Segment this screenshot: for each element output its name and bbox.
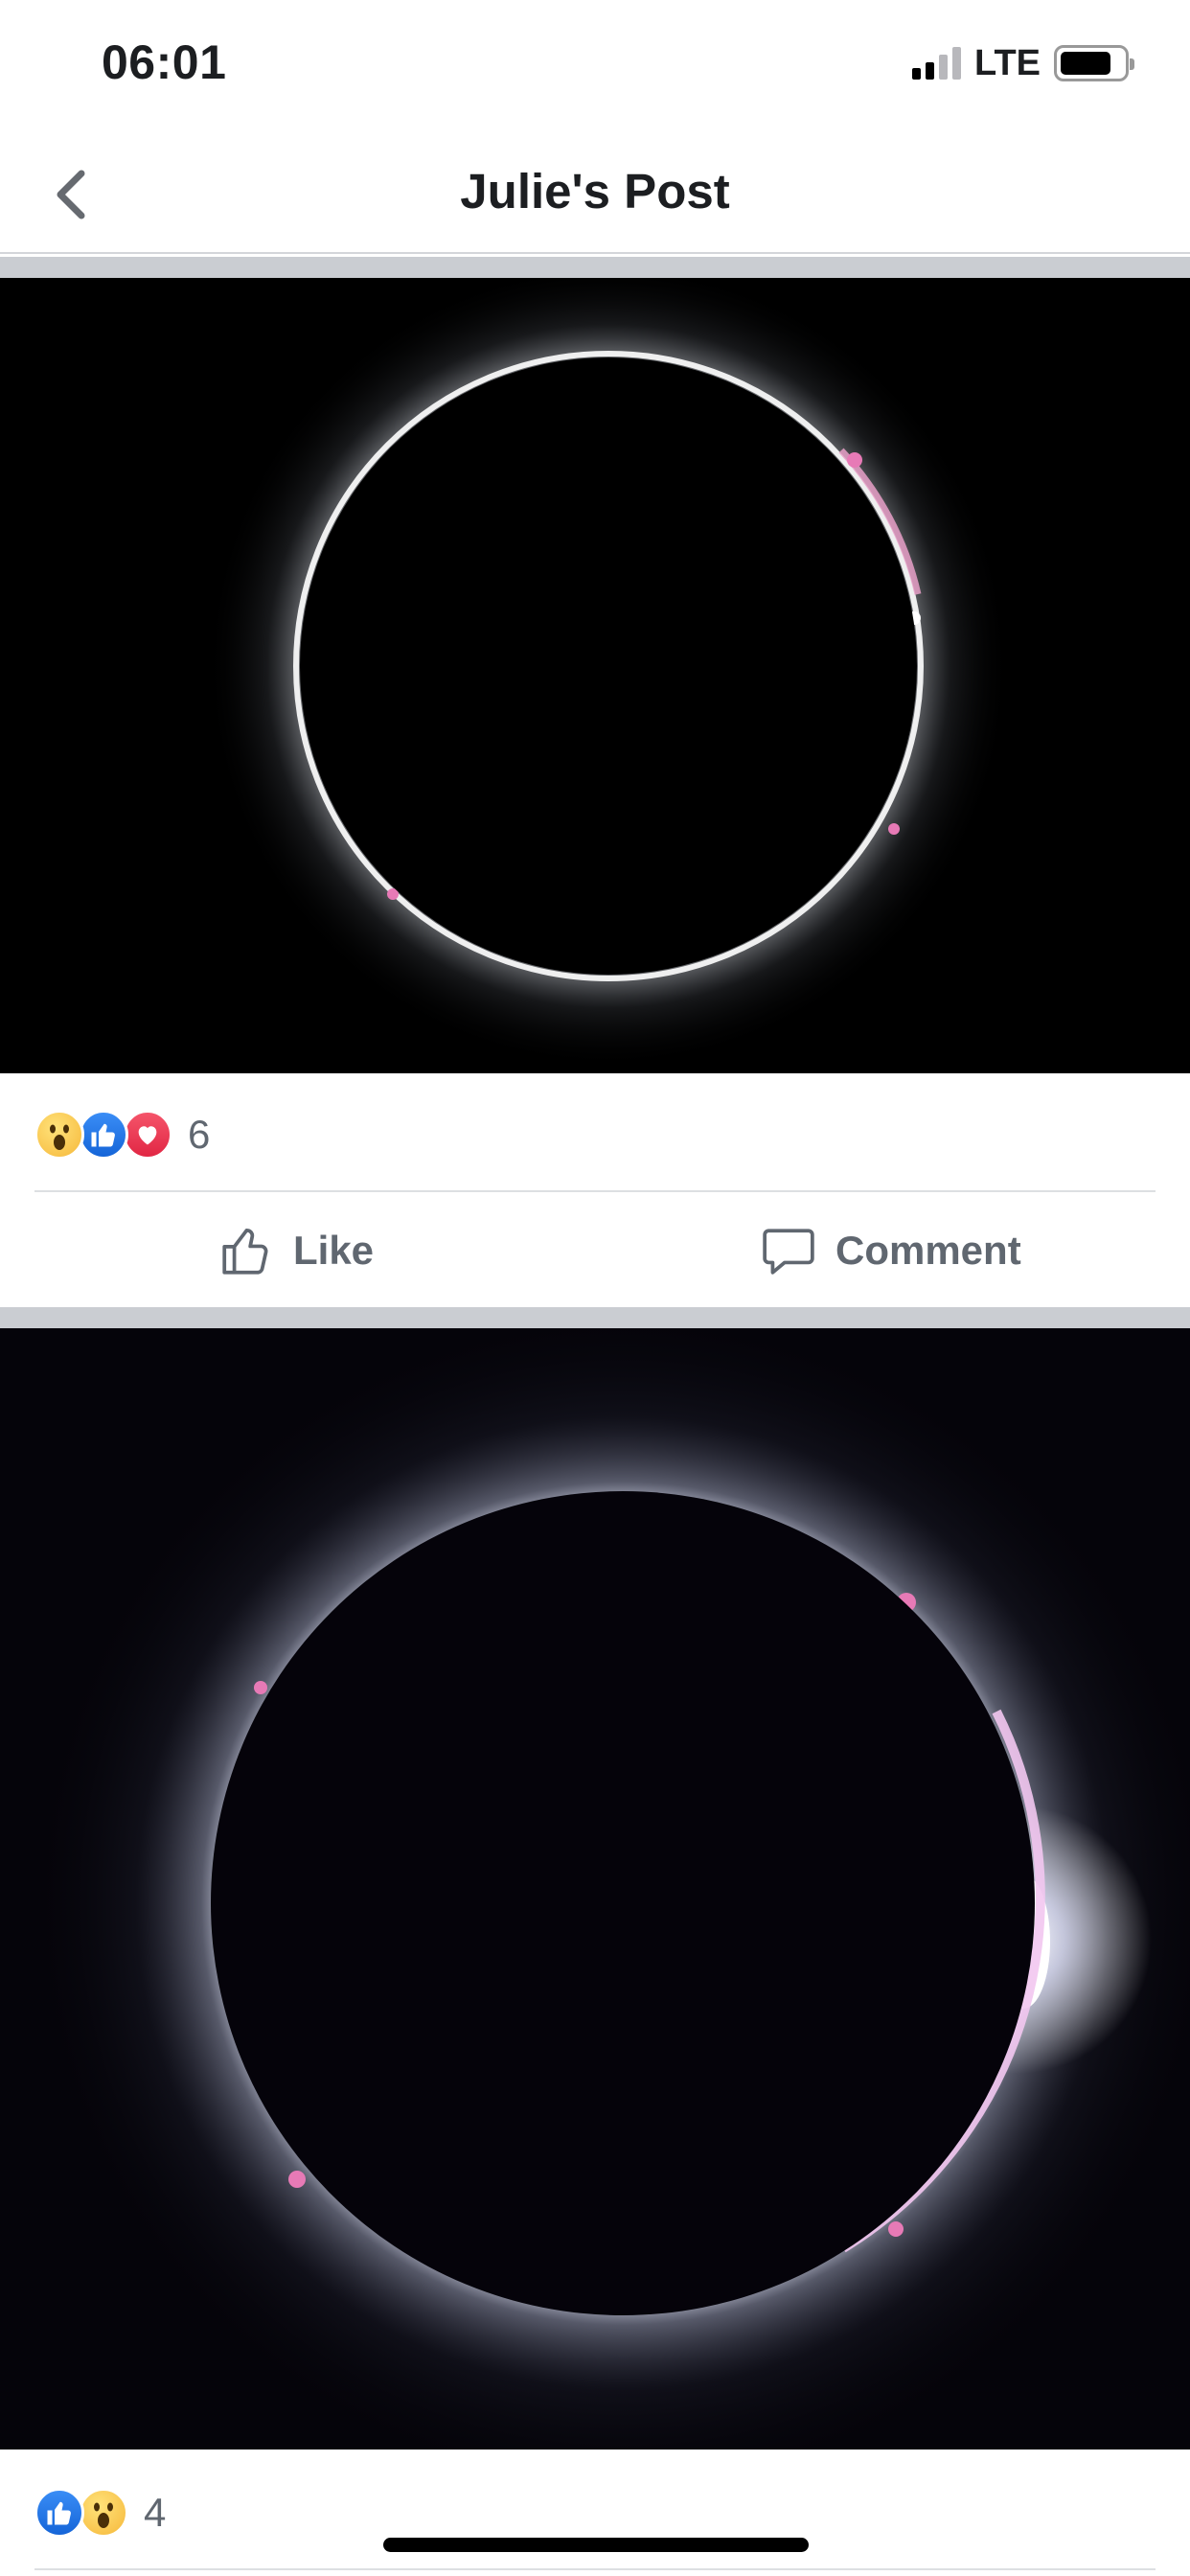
status-indicators: LTE [912, 42, 1134, 84]
comment-bubble-icon [763, 1229, 814, 1275]
status-bar: 06:01 LTE [0, 0, 1190, 125]
comment-button[interactable]: Comment [761, 1208, 1021, 1294]
reaction-count: 6 [188, 1112, 211, 1157]
battery-icon [1054, 45, 1134, 81]
like-reaction-icon [34, 2488, 84, 2538]
status-time: 06:01 [102, 35, 227, 89]
thumbs-up-icon [222, 1229, 268, 1275]
wow-reaction-icon [79, 2488, 128, 2538]
love-reaction-icon [123, 1110, 172, 1160]
post-separator [0, 1307, 1190, 1328]
like-reaction-icon [79, 1110, 128, 1160]
divider [34, 1190, 1156, 1192]
like-button[interactable]: Like [218, 1208, 374, 1294]
like-label: Like [293, 1228, 375, 1273]
network-type: LTE [974, 42, 1041, 83]
wow-reaction-icon [34, 1110, 84, 1160]
comment-label: Comment [835, 1228, 1021, 1273]
solar-eclipse-diamond-ring-photo[interactable] [0, 1328, 1190, 2450]
signal-strength-icon [912, 47, 962, 80]
reactions-summary[interactable]: 4 [34, 2484, 166, 2542]
reaction-count: 4 [144, 2490, 167, 2535]
navigation-bar: Julie's Post [0, 134, 1190, 254]
home-indicator[interactable] [383, 2538, 809, 2552]
page-title: Julie's Post [460, 164, 730, 218]
reactions-summary[interactable]: 6 [34, 1106, 210, 1163]
divider [34, 2568, 1156, 2570]
solar-eclipse-photo[interactable] [0, 278, 1190, 1073]
post-separator [0, 257, 1190, 278]
